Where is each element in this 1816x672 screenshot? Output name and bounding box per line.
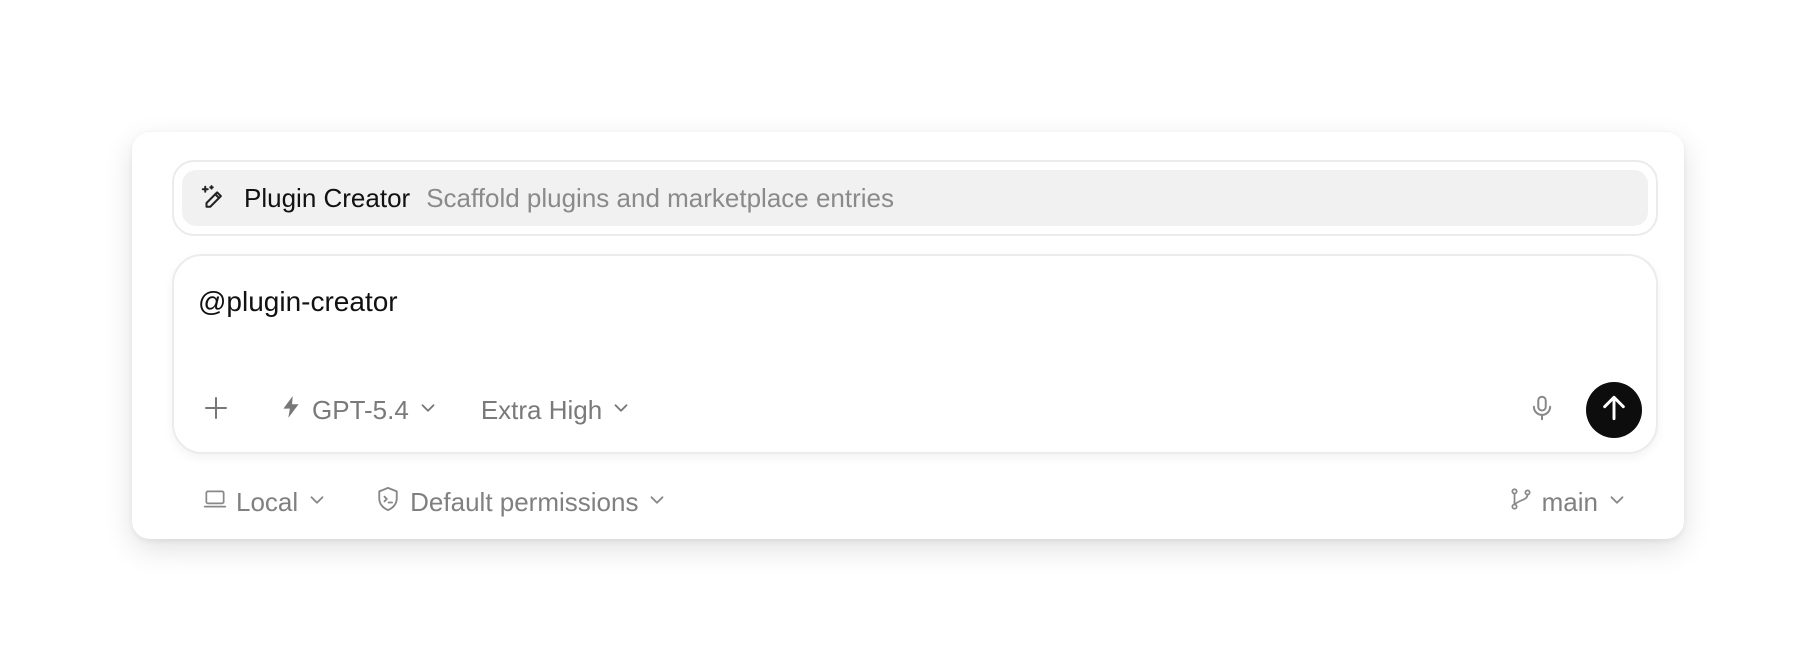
mention-suggestion-popup: Plugin Creator Scaffold plugins and mark… <box>172 160 1658 236</box>
composer-card: Plugin Creator Scaffold plugins and mark… <box>132 132 1684 539</box>
reasoning-effort-selector[interactable]: Extra High <box>481 395 632 426</box>
chevron-down-icon <box>417 395 439 426</box>
prompt-input[interactable]: @plugin-creator <box>198 286 398 318</box>
chevron-down-icon <box>646 487 668 518</box>
send-button[interactable] <box>1586 382 1642 438</box>
wand-pencil-icon <box>198 182 230 214</box>
lightning-icon <box>278 394 304 427</box>
model-label: GPT-5.4 <box>312 394 409 425</box>
suggestion-title: Plugin Creator <box>244 182 411 213</box>
composer-footer: Local Default permissions main <box>202 480 1628 524</box>
suggestion-description: Scaffold plugins and marketplace entries <box>426 182 894 213</box>
composer-toolbar: GPT-5.4 Extra High <box>194 382 1642 438</box>
suggestion-item-plugin-creator[interactable]: Plugin Creator Scaffold plugins and mark… <box>182 170 1648 226</box>
environment-label: Local <box>236 486 299 517</box>
voice-input-button[interactable] <box>1522 390 1562 430</box>
model-selector[interactable]: GPT-5.4 <box>278 394 439 427</box>
permissions-label: Default permissions <box>410 486 639 517</box>
git-branch-icon <box>1508 486 1534 519</box>
branch-selector[interactable]: main <box>1508 486 1628 519</box>
permissions-selector[interactable]: Default permissions <box>374 485 668 520</box>
laptop-icon <box>202 486 228 519</box>
chevron-down-icon <box>306 487 328 518</box>
prompt-composer[interactable]: @plugin-creator GPT-5.4 Extra High <box>172 254 1658 454</box>
microphone-icon <box>1527 393 1557 428</box>
plus-icon <box>201 393 231 428</box>
arrow-up-icon <box>1598 392 1630 429</box>
add-attachment-button[interactable] <box>194 388 238 432</box>
environment-selector[interactable]: Local <box>202 486 328 519</box>
chevron-down-icon <box>1606 487 1628 518</box>
shield-terminal-icon <box>374 485 402 520</box>
chevron-down-icon <box>610 395 632 426</box>
effort-label: Extra High <box>480 394 603 425</box>
branch-label: main <box>1541 486 1598 517</box>
